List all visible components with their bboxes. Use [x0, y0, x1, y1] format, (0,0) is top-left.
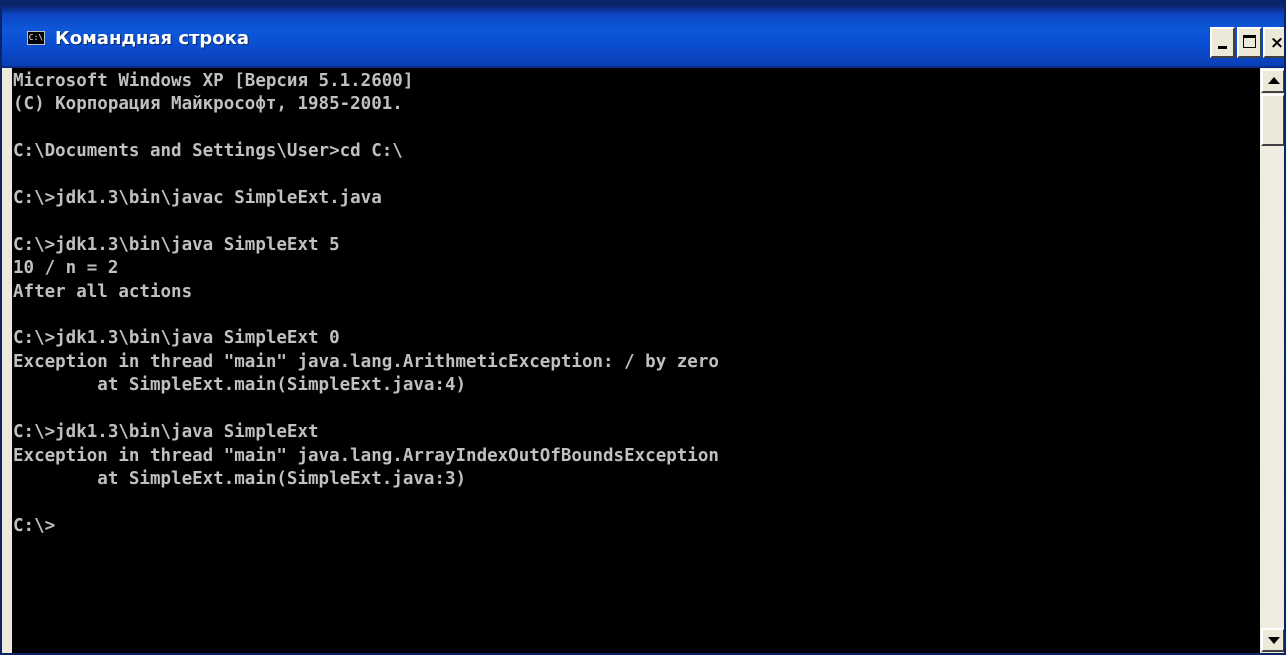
console-prompt-line: C:\>: [13, 515, 56, 536]
console-line: 10 / n = 2: [13, 258, 119, 279]
console-line: C:\>jdk1.3\bin\java SimpleExt: [13, 422, 319, 443]
close-icon: ×: [1269, 33, 1285, 53]
maximize-button[interactable]: [1237, 27, 1262, 58]
console-text: Microsoft Windows XP [Версия 5.1.2600] (…: [13, 70, 719, 538]
title-bar[interactable]: C:\ Командная строка ×: [2, 0, 1285, 68]
console-line: at SimpleExt.main(SimpleExt.java:4): [13, 375, 467, 396]
console-line: Exception in thread "main" java.lang.Ari…: [13, 351, 719, 372]
console-output-area[interactable]: Microsoft Windows XP [Версия 5.1.2600] (…: [12, 68, 1260, 653]
vertical-scrollbar[interactable]: [1260, 68, 1284, 653]
scroll-up-arrow-icon: [1268, 77, 1280, 84]
console-line: C:\>jdk1.3\bin\java SimpleExt 5: [13, 234, 340, 255]
console-line: After all actions: [13, 281, 193, 302]
console-line: (С) Корпорация Майкрософт, 1985-2001.: [13, 94, 403, 115]
scroll-down-button[interactable]: [1261, 628, 1284, 652]
command-prompt-window: C:\ Командная строка × Microsoft Windows…: [0, 0, 1286, 655]
close-button[interactable]: ×: [1263, 27, 1285, 58]
scroll-down-arrow-icon: [1268, 637, 1280, 644]
scrollbar-thumb[interactable]: [1261, 94, 1284, 146]
console-line: Exception in thread "main" java.lang.Arr…: [13, 445, 719, 466]
scroll-up-button[interactable]: [1261, 69, 1284, 93]
console-line: Microsoft Windows XP [Версия 5.1.2600]: [13, 71, 414, 91]
console-icon[interactable]: C:\: [27, 31, 45, 45]
console-icon-label: C:\: [28, 33, 44, 42]
console-line: C:\>jdk1.3\bin\javac SimpleExt.java: [13, 188, 382, 209]
console-line: C:\Documents and Settings\User>cd C:\: [13, 141, 403, 162]
console-line: C:\>jdk1.3\bin\java SimpleExt 0: [13, 328, 340, 349]
maximize-icon: [1243, 35, 1256, 48]
console-line: at SimpleExt.main(SimpleExt.java:3): [13, 468, 467, 489]
minimize-icon: [1218, 46, 1227, 49]
minimize-button[interactable]: [1210, 27, 1235, 58]
window-title: Командная строка: [55, 28, 250, 49]
